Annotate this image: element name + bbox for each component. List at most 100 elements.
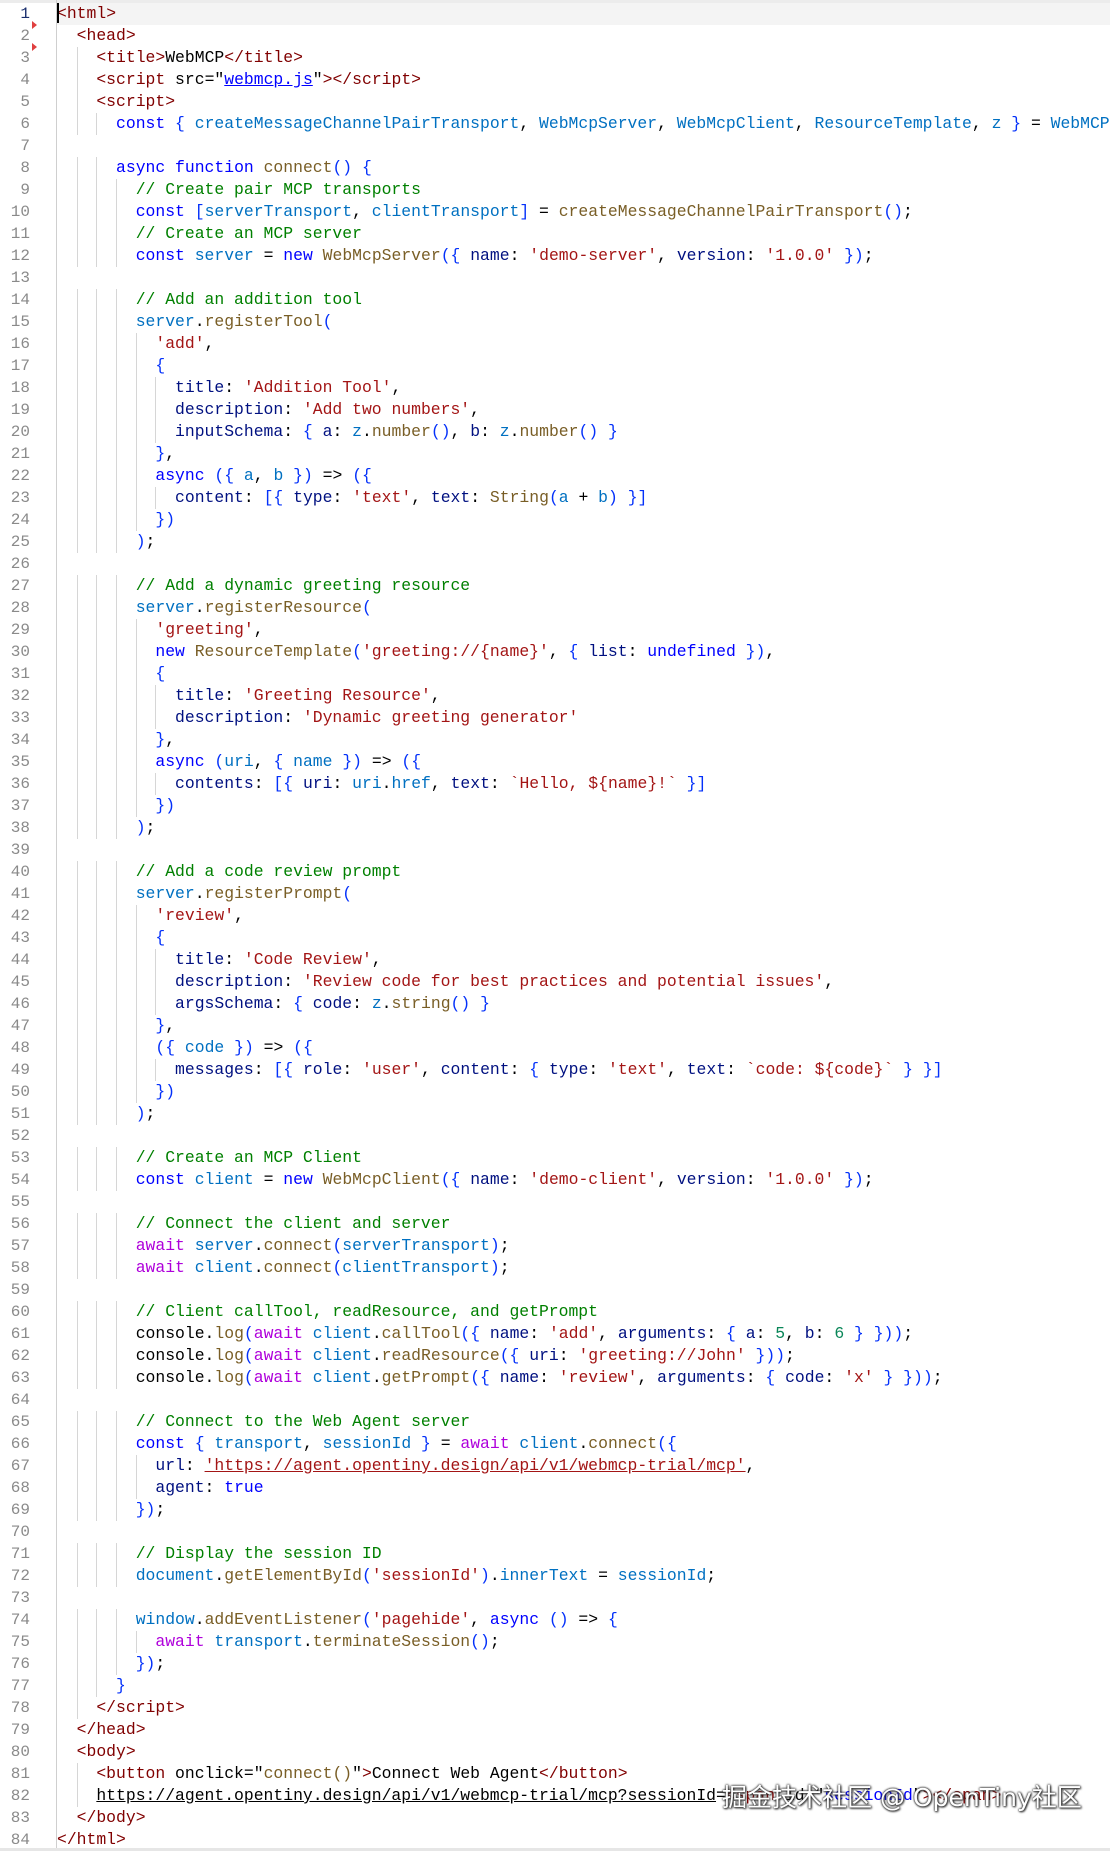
code-line[interactable]: 41 server.registerPrompt( (0, 883, 1110, 905)
code-line[interactable]: 1 <html> (0, 3, 1110, 25)
code-line[interactable]: 57 await server.connect(serverTransport); (0, 1235, 1110, 1257)
code-line[interactable]: 67 url: 'https://agent.opentiny.design/ap… (0, 1455, 1110, 1477)
code-line[interactable]: 15 server.registerTool( (0, 311, 1110, 333)
code-line[interactable]: 24}) (0, 509, 1110, 531)
code-editor[interactable]: 1 <html> 2 <head> 3 <title>WebMCP</title> 4 <sc… (0, 3, 1110, 1851)
code-line[interactable]: 66 const { transport, sessionId } = await… (0, 1433, 1110, 1455)
code-line[interactable]: 7 (0, 135, 1110, 157)
code-line[interactable]: 4 <script src="webmcp.js"></script> (0, 69, 1110, 91)
code-line[interactable]: 9 // Create pair MCP transports (0, 179, 1110, 201)
line-number: 79 (10, 1721, 30, 1739)
code-line[interactable]: 17 { (0, 355, 1110, 377)
line-text: 'add', (57, 333, 214, 355)
code-line[interactable]: 20 inputSchema: { a: z.number(), b: z.num… (0, 421, 1110, 443)
line-text: inputSchema: { a: z.number(), b: z.numbe… (57, 421, 618, 443)
code-line[interactable]: 12 const server = new WebMcpServer({ name… (0, 245, 1110, 267)
code-line[interactable]: 58 await client.connect(clientTransport); (0, 1257, 1110, 1279)
code-line[interactable]: 38); (0, 817, 1110, 839)
code-line[interactable]: 36 contents: [{ uri: uri.href, text: `Hel… (0, 773, 1110, 795)
code-line[interactable]: 45 description: 'Review code for best pra… (0, 971, 1110, 993)
code-line[interactable]: 62 console.log(await client.readResource(… (0, 1345, 1110, 1367)
code-line[interactable]: 35 async (uri, { name }) => ({ (0, 751, 1110, 773)
code-line[interactable]: 56 // Connect the client and server (0, 1213, 1110, 1235)
code-line[interactable]: 2 <head> (0, 21, 1110, 47)
line-number: 59 (10, 1281, 30, 1299)
code-line[interactable]: 68 agent: true (0, 1477, 1110, 1499)
code-line[interactable]: 8 async function connect() { (0, 157, 1110, 179)
code-line[interactable]: 22 async ({ a, b }) => ({ (0, 465, 1110, 487)
line-number: 72 (10, 1567, 30, 1585)
code-line[interactable]: 77} (0, 1675, 1110, 1697)
code-line[interactable]: 59 (0, 1279, 1110, 1301)
line-text: { (57, 663, 165, 685)
indent-guide (77, 179, 97, 201)
code-line[interactable]: 50}) (0, 1081, 1110, 1103)
code-line[interactable]: 6 const { createMessageChannelPairTranspo… (0, 113, 1110, 135)
code-line[interactable]: 23 content: [{ type: 'text', text: String… (0, 487, 1110, 509)
indent-guide (57, 685, 77, 707)
code-line[interactable]: 10 const [serverTransport, clientTranspor… (0, 201, 1110, 223)
code-line[interactable]: 64 (0, 1389, 1110, 1411)
fold-marker-icon[interactable] (32, 21, 37, 29)
code-line[interactable]: 74 window.addEventListener('pagehide', as… (0, 1609, 1110, 1631)
code-line[interactable]: 69}); (0, 1499, 1110, 1521)
code-line[interactable]: 54 const client = new WebMcpClient({ name… (0, 1169, 1110, 1191)
code-line[interactable]: 16 'add', (0, 333, 1110, 355)
code-line[interactable]: 3 <title>WebMCP</title> (0, 43, 1110, 69)
indent-guide (96, 817, 116, 839)
code-line[interactable]: 14 // Add an addition tool (0, 289, 1110, 311)
code-line[interactable]: 76}); (0, 1653, 1110, 1675)
line-text: const server = new WebMcpServer({ name: … (57, 245, 874, 267)
code-line[interactable]: 21}, (0, 443, 1110, 465)
code-line[interactable]: 40 // Add a code review prompt (0, 861, 1110, 883)
code-line[interactable]: 19 description: 'Add two numbers', (0, 399, 1110, 421)
code-line[interactable]: 80 <body> (0, 1741, 1110, 1763)
code-line[interactable]: 79 </head> (0, 1719, 1110, 1741)
code-line[interactable]: 26 (0, 553, 1110, 575)
code-line[interactable]: 37}) (0, 795, 1110, 817)
code-line[interactable]: 71 // Display the session ID (0, 1543, 1110, 1565)
code-line[interactable]: 48 ({ code }) => ({ (0, 1037, 1110, 1059)
code-line[interactable]: 49 messages: [{ role: 'user', content: { … (0, 1059, 1110, 1081)
code-line[interactable]: 27 // Add a dynamic greeting resource (0, 575, 1110, 597)
code-line[interactable]: 65 // Connect to the Web Agent server (0, 1411, 1110, 1433)
code-line[interactable]: 28 server.registerResource( (0, 597, 1110, 619)
code-line[interactable]: 73 (0, 1587, 1110, 1609)
code-line[interactable]: 70 (0, 1521, 1110, 1543)
code-line[interactable]: 32 title: 'Greeting Resource', (0, 685, 1110, 707)
code-line[interactable]: 63 console.log(await client.getPrompt({ n… (0, 1367, 1110, 1389)
indent-guide (77, 1257, 97, 1279)
code-line[interactable]: 29 'greeting', (0, 619, 1110, 641)
code-line[interactable]: 31 { (0, 663, 1110, 685)
code-line[interactable]: 72 document.getElementById('sessionId').i… (0, 1565, 1110, 1587)
code-line[interactable]: 44 title: 'Code Review', (0, 949, 1110, 971)
code-line[interactable]: 25); (0, 531, 1110, 553)
code-line[interactable]: 42 'review', (0, 905, 1110, 927)
code-line[interactable]: 30 new ResourceTemplate('greeting://{name… (0, 641, 1110, 663)
code-line[interactable]: 60 // Client callTool, readResource, and … (0, 1301, 1110, 1323)
code-line[interactable]: 13 (0, 267, 1110, 289)
code-line[interactable]: 78 </script> (0, 1697, 1110, 1719)
code-line[interactable]: 34}, (0, 729, 1110, 751)
code-line[interactable]: 55 (0, 1191, 1110, 1213)
indent-guide (57, 1433, 77, 1455)
code-line[interactable]: 18 title: 'Addition Tool', (0, 377, 1110, 399)
code-line[interactable]: 33 description: 'Dynamic greeting generat… (0, 707, 1110, 729)
indent-guide (96, 1675, 116, 1697)
code-line[interactable]: 52 (0, 1125, 1110, 1147)
code-line[interactable]: 47}, (0, 1015, 1110, 1037)
indent-guide (77, 1367, 97, 1389)
code-line[interactable]: 61 console.log(await client.callTool({ na… (0, 1323, 1110, 1345)
code-line[interactable]: 5 <script> (0, 91, 1110, 113)
line-number: 28 (10, 599, 30, 617)
code-line[interactable]: 46 argsSchema: { code: z.string() } (0, 993, 1110, 1015)
indent-guide (77, 245, 97, 267)
indent-guide (96, 641, 116, 663)
code-line[interactable]: 11 // Create an MCP server (0, 223, 1110, 245)
code-line[interactable]: 51); (0, 1103, 1110, 1125)
code-line[interactable]: 43 { (0, 927, 1110, 949)
code-line[interactable]: 53 // Create an MCP Client (0, 1147, 1110, 1169)
fold-marker-icon[interactable] (32, 43, 37, 51)
code-line[interactable]: 39 (0, 839, 1110, 861)
code-line[interactable]: 75 await transport.terminateSession(); (0, 1631, 1110, 1653)
